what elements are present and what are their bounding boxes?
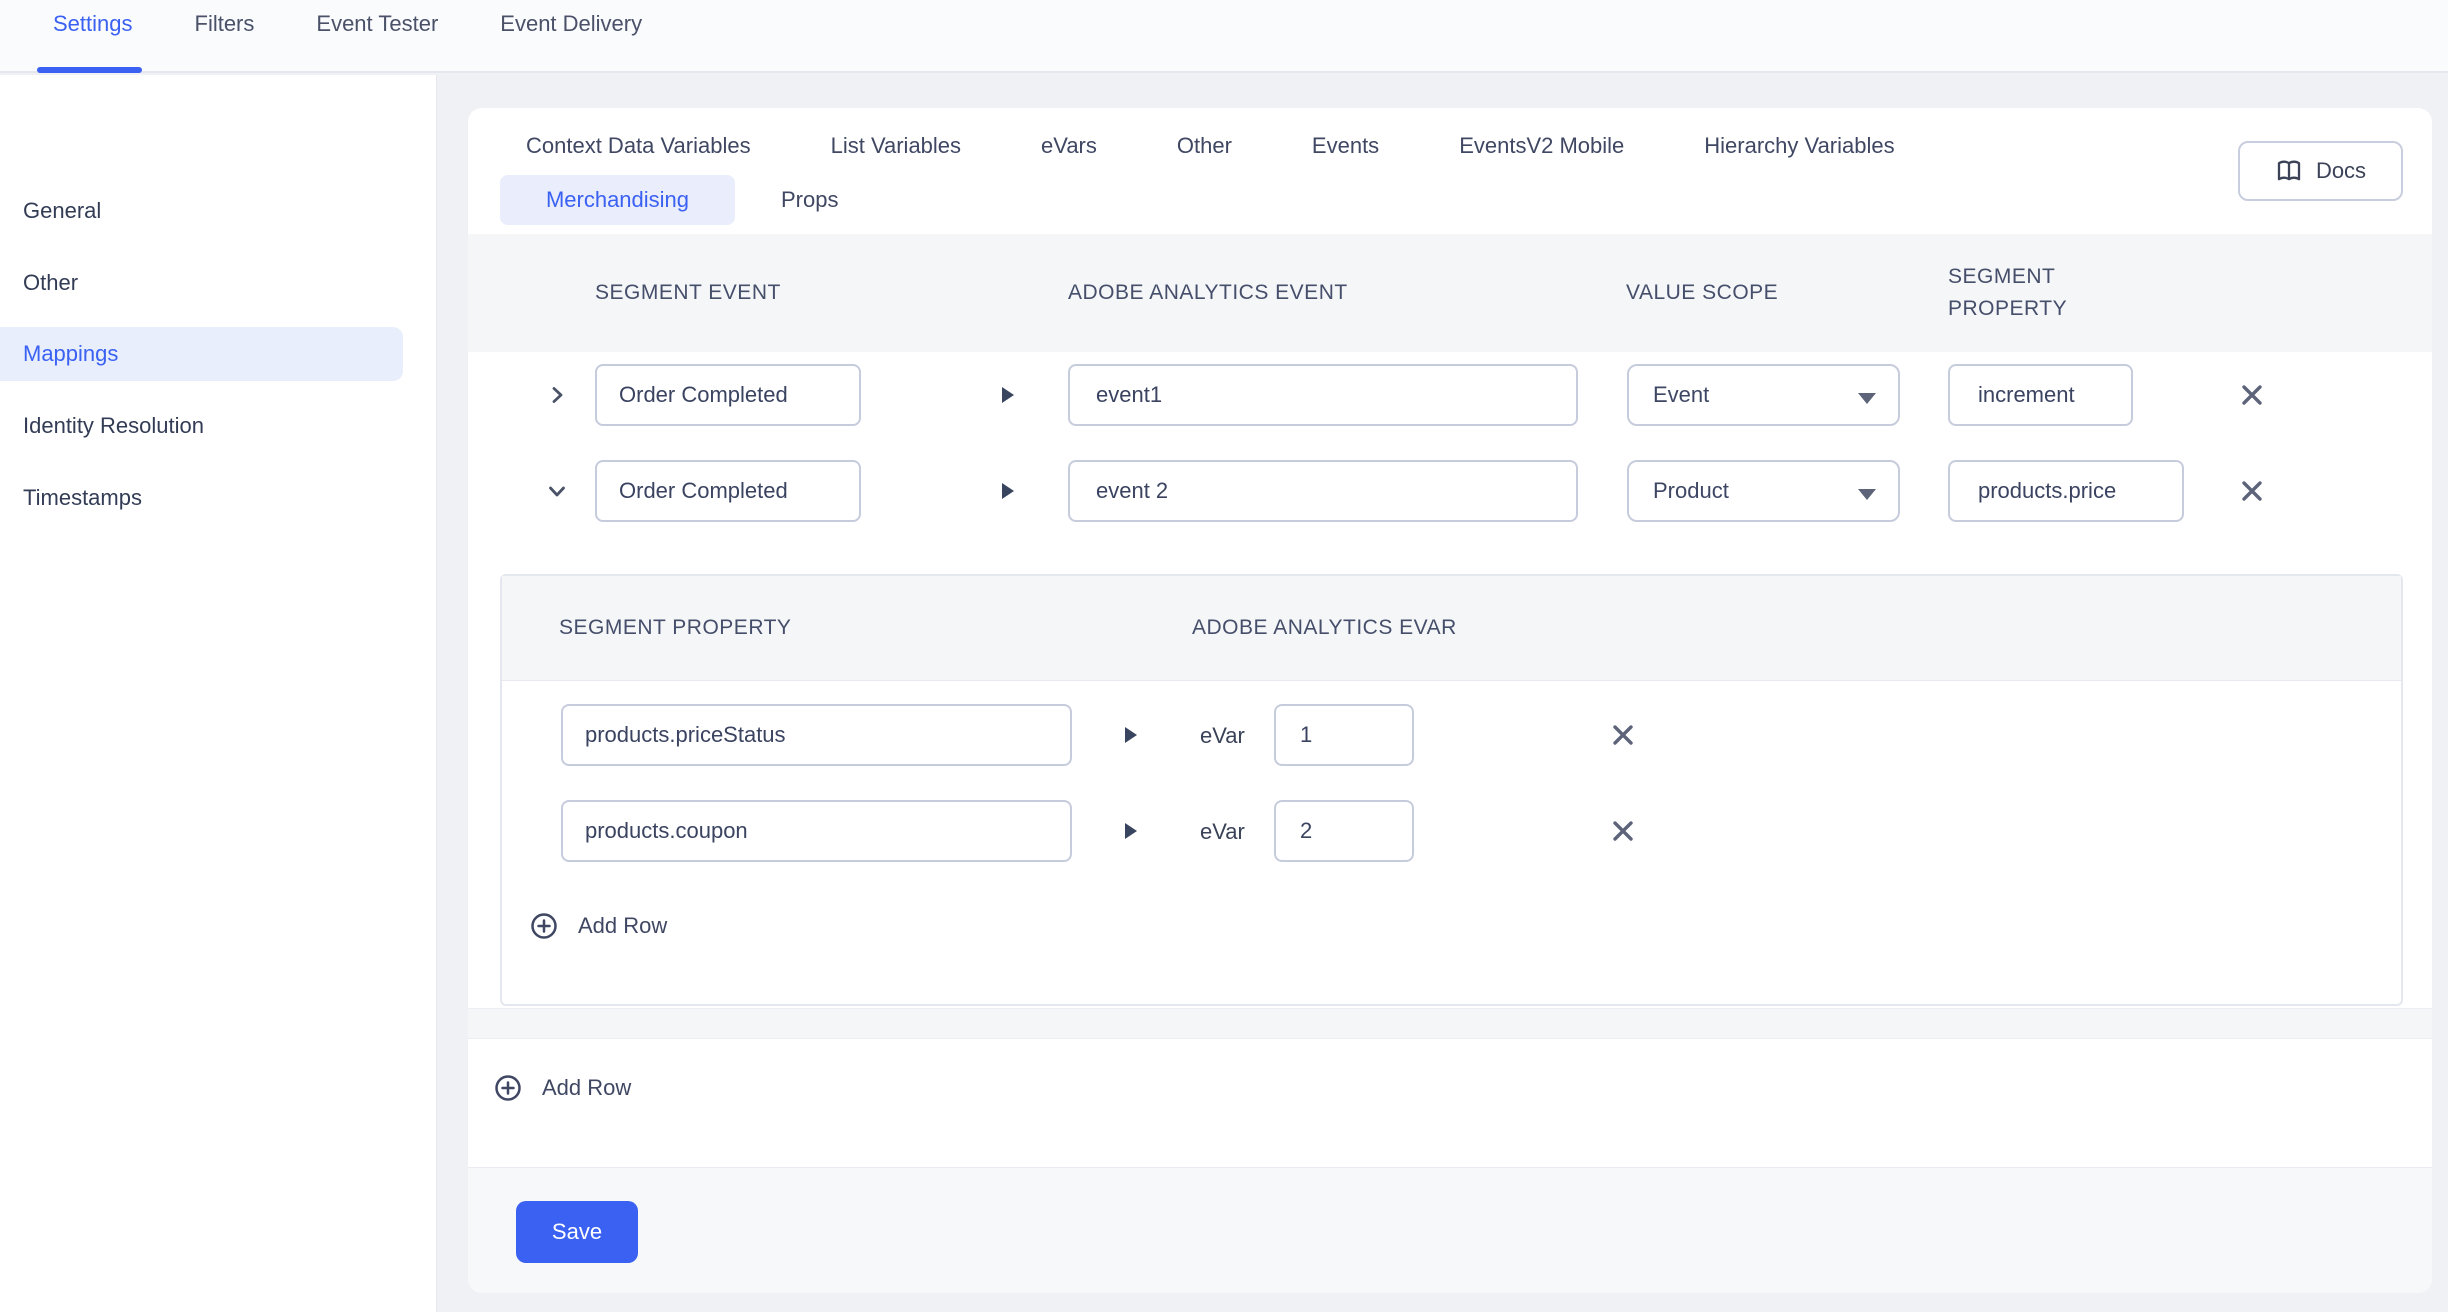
caret-down-icon — [1858, 393, 1876, 404]
segment-property-input[interactable] — [1948, 364, 2133, 426]
sidebar-item-other[interactable]: Other — [0, 256, 403, 310]
active-tab-underline — [37, 67, 142, 73]
adobe-analytics-event-input[interactable] — [1068, 364, 1578, 426]
plus-circle-icon — [494, 1074, 522, 1102]
expand-row-button[interactable] — [546, 384, 568, 406]
segment-property-input[interactable] — [561, 800, 1072, 862]
tab-evars[interactable]: eVars — [1041, 133, 1097, 159]
settings-sidebar: General Other Mappings Identity Resoluti… — [0, 75, 437, 1312]
sidebar-item-mappings[interactable]: Mappings — [0, 327, 403, 381]
sidebar-item-identity-resolution[interactable]: Identity Resolution — [0, 399, 403, 453]
tab-eventsv2-mobile[interactable]: EventsV2 Mobile — [1459, 133, 1624, 159]
evar-mapping-subtable: SEGMENT PROPERTY ADOBE ANALYTICS EVAR eV… — [500, 574, 2403, 1006]
table-footer-band — [468, 1008, 2432, 1039]
value-scope-select[interactable]: Product — [1627, 460, 1900, 522]
collapse-row-button[interactable] — [546, 480, 568, 502]
evar-prefix-label: eVar — [1200, 819, 1245, 845]
value-scope-select[interactable]: Event — [1627, 364, 1900, 426]
tab-props[interactable]: Props — [781, 187, 838, 213]
tab-merchandising[interactable]: Merchandising — [500, 175, 735, 225]
evar-number-input[interactable] — [1274, 800, 1414, 862]
column-header-segment-event: SEGMENT EVENT — [595, 277, 781, 309]
remove-row-button[interactable] — [2239, 478, 2265, 504]
plus-circle-icon — [530, 912, 558, 940]
tab-list-variables[interactable]: List Variables — [831, 133, 961, 159]
sidebar-item-general[interactable]: General — [0, 184, 403, 238]
top-nav-items: Settings Filters Event Tester Event Deli… — [53, 0, 642, 48]
nav-tab-settings[interactable]: Settings — [53, 11, 133, 37]
evar-prefix-label: eVar — [1200, 723, 1245, 749]
remove-subrow-button[interactable] — [1610, 722, 1636, 748]
column-header-value-scope: VALUE SCOPE — [1626, 277, 1778, 309]
add-row-label: Add Row — [542, 1075, 631, 1101]
segment-event-input[interactable] — [595, 364, 861, 426]
book-icon — [2275, 158, 2303, 184]
value-scope-selected: Event — [1653, 382, 1709, 408]
column-header-segment-property: SEGMENT PROPERTY — [559, 616, 791, 640]
maps-to-arrow-icon — [1125, 727, 1137, 743]
adobe-analytics-event-input[interactable] — [1068, 460, 1578, 522]
docs-button-label: Docs — [2316, 158, 2366, 184]
tab-events[interactable]: Events — [1312, 133, 1379, 159]
remove-subrow-button[interactable] — [1610, 818, 1636, 844]
remove-row-button[interactable] — [2239, 382, 2265, 408]
segment-property-input[interactable] — [561, 704, 1072, 766]
value-scope-selected: Product — [1653, 478, 1729, 504]
column-header-segment-property: SEGMENT PROPERTY — [1948, 261, 2128, 325]
nav-tab-filters[interactable]: Filters — [195, 11, 255, 37]
evar-number-input[interactable] — [1274, 704, 1414, 766]
docs-button[interactable]: Docs — [2238, 141, 2403, 201]
segment-event-input[interactable] — [595, 460, 861, 522]
add-row-button[interactable]: Add Row — [494, 1070, 631, 1106]
nav-tab-event-tester[interactable]: Event Tester — [316, 11, 438, 37]
tab-hierarchy-variables[interactable]: Hierarchy Variables — [1704, 133, 1894, 159]
segment-property-input[interactable] — [1948, 460, 2184, 522]
save-button[interactable]: Save — [516, 1201, 638, 1263]
column-header-adobe-analytics-evar: ADOBE ANALYTICS EVAR — [1192, 616, 1457, 640]
maps-to-arrow-icon — [1002, 483, 1014, 499]
variable-tabs-row1: Context Data Variables List Variables eV… — [526, 118, 1895, 173]
card-footer — [468, 1167, 2432, 1293]
subtable-header: SEGMENT PROPERTY ADOBE ANALYTICS EVAR — [502, 576, 2401, 681]
add-row-label: Add Row — [578, 913, 667, 939]
column-header-adobe-analytics-event: ADOBE ANALYTICS EVENT — [1068, 277, 1348, 309]
mapping-table-header: SEGMENT EVENT ADOBE ANALYTICS EVENT VALU… — [468, 234, 2432, 352]
maps-to-arrow-icon — [1002, 387, 1014, 403]
variable-tabs-row2: Merchandising Props — [500, 175, 838, 225]
maps-to-arrow-icon — [1125, 823, 1137, 839]
mappings-card: Context Data Variables List Variables eV… — [468, 108, 2432, 1293]
top-nav: Settings Filters Event Tester Event Deli… — [0, 0, 2448, 73]
nav-tab-event-delivery[interactable]: Event Delivery — [500, 11, 642, 37]
tab-context-data-variables[interactable]: Context Data Variables — [526, 133, 751, 159]
add-subrow-button[interactable]: Add Row — [530, 908, 667, 944]
tab-other[interactable]: Other — [1177, 133, 1232, 159]
sidebar-item-timestamps[interactable]: Timestamps — [0, 471, 403, 525]
caret-down-icon — [1858, 489, 1876, 500]
